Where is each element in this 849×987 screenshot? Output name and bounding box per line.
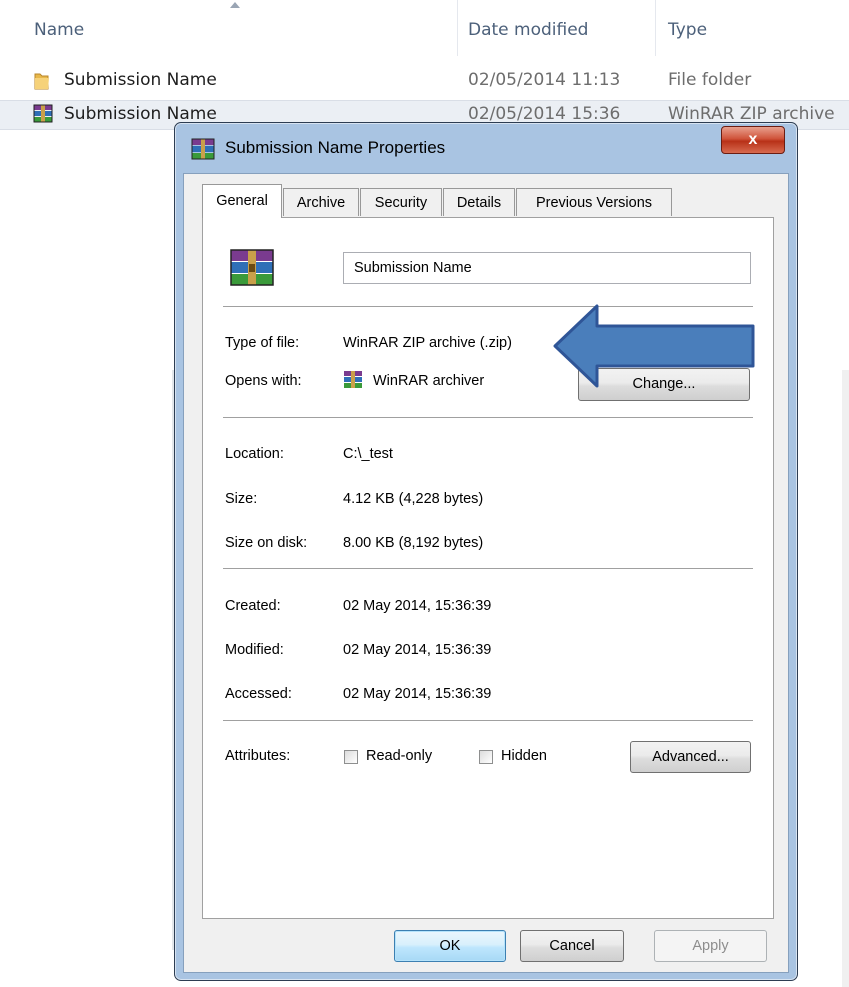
list-item-type: WinRAR ZIP archive	[668, 104, 835, 124]
folder-icon	[34, 73, 49, 90]
column-separator[interactable]	[655, 0, 656, 56]
size-on-disk-value: 8.00 KB (8,192 bytes)	[343, 535, 484, 551]
winrar-icon	[344, 371, 362, 388]
list-item-name: Submission Name	[64, 70, 217, 90]
location-value: C:\_test	[343, 446, 393, 462]
dialog-title-bar[interactable]: Submission Name Properties x	[175, 123, 797, 173]
size-on-disk-label: Size on disk:	[225, 535, 308, 551]
tab-security[interactable]: Security	[360, 188, 442, 216]
annotation-arrow-icon	[553, 304, 755, 388]
file-name-input[interactable]: Submission Name	[343, 252, 751, 284]
column-header-bar: Name Date modified Type	[0, 0, 849, 66]
divider	[223, 568, 753, 570]
advanced-button[interactable]: Advanced...	[630, 741, 751, 773]
hidden-label[interactable]: Hidden	[501, 748, 547, 764]
modified-value: 02 May 2014, 15:36:39	[343, 642, 492, 658]
opens-with-value: WinRAR archiver	[373, 373, 485, 389]
list-item-name: Submission Name	[64, 104, 217, 124]
tab-details[interactable]: Details	[443, 188, 515, 216]
tab-archive[interactable]: Archive	[283, 188, 359, 216]
column-separator[interactable]	[457, 0, 458, 56]
list-item-folder[interactable]: Submission Name 02/05/2014 11:13 File fo…	[0, 67, 849, 95]
attributes-label: Attributes:	[225, 748, 291, 764]
created-label: Created:	[225, 598, 281, 614]
cancel-button[interactable]: Cancel	[520, 930, 624, 962]
column-header-date[interactable]: Date modified	[468, 20, 588, 40]
sort-ascending-icon	[230, 2, 240, 8]
size-label: Size:	[225, 491, 258, 507]
column-header-name[interactable]: Name	[34, 20, 84, 40]
type-of-file-value: WinRAR ZIP archive (.zip)	[343, 335, 512, 351]
tab-previous-versions[interactable]: Previous Versions	[516, 188, 672, 216]
size-value: 4.12 KB (4,228 bytes)	[343, 491, 484, 507]
dialog-client-area: General Archive Security Details Previou…	[183, 173, 789, 973]
opens-with-label: Opens with:	[225, 373, 302, 389]
tab-general[interactable]: General	[202, 184, 282, 218]
type-of-file-label: Type of file:	[225, 335, 300, 351]
accessed-label: Accessed:	[225, 686, 292, 702]
ok-button[interactable]: OK	[394, 930, 506, 962]
dialog-title: Submission Name Properties	[225, 138, 446, 157]
read-only-checkbox[interactable]	[344, 750, 358, 764]
list-item-date: 02/05/2014 15:36	[468, 104, 621, 124]
list-item-date: 02/05/2014 11:13	[468, 70, 621, 90]
modified-label: Modified:	[225, 642, 284, 658]
properties-dialog: Submission Name Properties x General Arc…	[174, 122, 798, 981]
winrar-archive-icon	[230, 249, 274, 286]
created-value: 02 May 2014, 15:36:39	[343, 598, 492, 614]
column-header-type[interactable]: Type	[668, 20, 707, 40]
accessed-value: 02 May 2014, 15:36:39	[343, 686, 492, 702]
list-item-type: File folder	[668, 70, 752, 90]
winrar-icon	[191, 138, 215, 160]
divider	[223, 720, 753, 722]
hidden-checkbox[interactable]	[479, 750, 493, 764]
apply-button[interactable]: Apply	[654, 930, 767, 962]
scrollbar-track[interactable]	[842, 370, 849, 987]
close-button[interactable]: x	[721, 126, 785, 154]
location-label: Location:	[225, 446, 284, 462]
read-only-label[interactable]: Read-only	[366, 748, 432, 764]
divider	[223, 417, 753, 419]
winrar-icon	[33, 104, 53, 123]
